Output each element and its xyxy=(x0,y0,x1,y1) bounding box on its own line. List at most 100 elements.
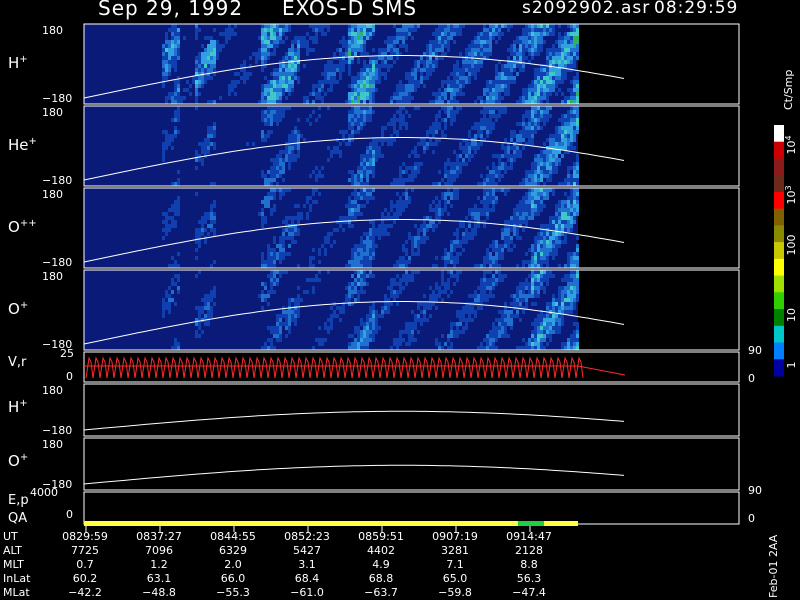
spectrogram-cell xyxy=(471,208,474,212)
spectrogram-cell xyxy=(270,208,273,212)
spectrogram-cell xyxy=(534,158,537,162)
spectrogram-cell xyxy=(570,126,573,130)
spectrogram-cell xyxy=(363,322,366,326)
spectrogram-cell xyxy=(306,32,309,36)
spectrogram-cell xyxy=(387,212,390,216)
spectrogram-cell xyxy=(285,216,288,220)
spectrogram-cell xyxy=(357,130,360,134)
spectrogram-cell xyxy=(561,114,564,118)
spectrogram-cell xyxy=(534,76,537,80)
spectrogram-cell xyxy=(546,326,549,330)
spectrogram-cell xyxy=(357,60,360,64)
spectrogram-cell xyxy=(486,32,489,36)
spectrogram-cell xyxy=(294,68,297,72)
spectrogram-cell xyxy=(342,220,345,224)
spectrogram-cell xyxy=(363,32,366,36)
spectrogram-cell xyxy=(372,338,375,342)
spectrogram-cell xyxy=(555,318,558,322)
spectrogram-cell xyxy=(435,44,438,48)
spectrogram-cell xyxy=(420,310,423,314)
spectrogram-cell xyxy=(495,282,498,286)
spectrogram-cell xyxy=(174,208,177,212)
spectrogram-cell xyxy=(201,216,204,220)
spectrogram-cell xyxy=(357,278,360,282)
spectrogram-cell xyxy=(573,182,576,186)
spectrogram-cell xyxy=(306,216,309,220)
spectrogram-cell xyxy=(522,212,525,216)
spectrogram-cell xyxy=(507,154,510,158)
spectrogram-cell xyxy=(372,334,375,338)
spectrogram-cell xyxy=(558,56,561,60)
spectrogram-cell xyxy=(546,256,549,260)
spectrogram-cell xyxy=(174,302,177,306)
spectrogram-cell xyxy=(492,330,495,334)
spectrogram-cell xyxy=(576,322,579,326)
spectrogram-cell xyxy=(576,182,579,186)
spectrogram-cell xyxy=(576,76,579,80)
vr-spike xyxy=(428,356,437,379)
spectrogram-cell xyxy=(567,290,570,294)
spectrogram-cell xyxy=(573,216,576,220)
spectrogram-cell xyxy=(510,52,513,56)
spectrogram-cell xyxy=(420,80,423,84)
spectrogram-cell xyxy=(465,318,468,322)
spectrogram-cell xyxy=(480,200,483,204)
spectrogram-cell xyxy=(534,96,537,100)
spectrogram-cell xyxy=(483,178,486,182)
spectrogram-cell xyxy=(162,220,165,224)
spectrogram-cell xyxy=(543,76,546,80)
spectrogram-cell xyxy=(525,134,528,138)
spectrogram-cell xyxy=(477,298,480,302)
spectrogram-cell xyxy=(546,224,549,228)
spectrogram-cell xyxy=(174,118,177,122)
spectrogram-cell xyxy=(570,192,573,196)
spectrogram-cell xyxy=(495,92,498,96)
spectrogram-cell xyxy=(282,150,285,154)
spectrogram-cell xyxy=(408,96,411,100)
spectrogram-cell xyxy=(168,64,171,68)
spectrogram-cell xyxy=(438,110,441,114)
vr-spike xyxy=(127,356,136,379)
spectrogram-cell xyxy=(528,342,531,346)
spectrogram-cell xyxy=(570,264,573,268)
spectrogram-cell xyxy=(507,188,510,192)
spectrogram-cell xyxy=(573,64,576,68)
spectrogram-cell xyxy=(402,84,405,88)
spectrogram-cell xyxy=(267,52,270,56)
spectrogram-cell xyxy=(465,64,468,68)
spectrogram-cell xyxy=(279,192,282,196)
spectrogram-cell xyxy=(372,84,375,88)
spectrogram-cell xyxy=(510,154,513,158)
spectrogram-cell xyxy=(477,346,480,350)
spectrogram-cell xyxy=(360,28,363,32)
vr-spike xyxy=(526,356,535,379)
spectrogram-cell xyxy=(396,290,399,294)
spectrogram-cell xyxy=(369,252,372,256)
orbit-value: 8.8 xyxy=(520,558,538,571)
spectrogram-cell xyxy=(465,48,468,52)
spectrogram-cell xyxy=(357,326,360,330)
spectrogram-cell xyxy=(375,68,378,72)
spectrogram-cell xyxy=(549,170,552,174)
spectrogram-cell xyxy=(327,326,330,330)
spectrogram-cell xyxy=(564,286,567,290)
spectrogram-cell xyxy=(474,64,477,68)
spectrogram-cell xyxy=(543,224,546,228)
spectrogram-cell xyxy=(474,314,477,318)
spectrogram-cell xyxy=(411,236,414,240)
spectrogram-cell xyxy=(531,138,534,142)
spectrogram-cell xyxy=(495,196,498,200)
spectrogram-cell xyxy=(426,60,429,64)
spectrogram-cell xyxy=(210,52,213,56)
orbit-value: −63.7 xyxy=(364,586,398,599)
spectrogram-cell xyxy=(450,72,453,76)
spectrogram-cell xyxy=(423,150,426,154)
spectrogram-cell xyxy=(435,196,438,200)
spectrogram-cell xyxy=(576,28,579,32)
spectrogram-cell xyxy=(360,72,363,76)
spectrogram-cell xyxy=(537,274,540,278)
spectrogram-cell xyxy=(480,342,483,346)
spectrogram-cell xyxy=(504,92,507,96)
spectrogram-cell xyxy=(354,256,357,260)
spectrogram-cell xyxy=(492,286,495,290)
